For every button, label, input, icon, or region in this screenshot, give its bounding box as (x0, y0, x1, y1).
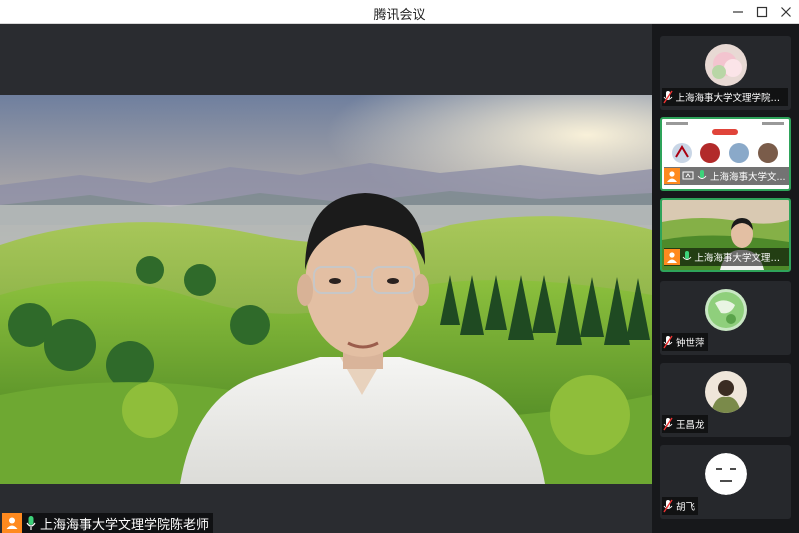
participant-label: 上海海事大学文... (664, 167, 789, 185)
speaker-video-scene (0, 95, 652, 484)
speaker-video (0, 95, 652, 484)
participant-name: 钟世萍 (676, 338, 705, 349)
participant-name: 王昌龙 (676, 420, 705, 431)
participant-name: 上海海事大学文理学... (694, 253, 787, 264)
mic-active-icon (681, 248, 693, 266)
user-host-icon (664, 249, 680, 265)
close-icon (781, 7, 791, 17)
user-host-icon (664, 168, 680, 184)
mic-muted-icon (662, 415, 674, 433)
minimize-icon (733, 11, 743, 13)
participant-sidebar: 上海海事大学文理学院李萍 上海海事大学文... 上海海事大学文理学... 钟世萍… (652, 24, 799, 533)
mic-muted-icon (662, 88, 674, 106)
mic-active-icon (696, 167, 708, 185)
user-host-icon (2, 513, 22, 533)
mic-muted-icon (662, 497, 674, 515)
participant-label: 王昌龙 (662, 415, 708, 433)
screen-share-icon (681, 168, 695, 184)
participant-label: 上海海事大学文理学... (664, 248, 789, 266)
participant-label: 钟世萍 (662, 333, 708, 351)
participant-tile[interactable]: 胡飞 (660, 445, 791, 519)
title-bar: 腾讯会议 (0, 0, 799, 24)
participant-name: 上海海事大学文理学院李萍 (675, 93, 785, 104)
face-avatar (705, 453, 747, 495)
maximize-icon (756, 6, 768, 18)
minimize-button[interactable] (728, 3, 748, 21)
speaker-name-tag: 上海海事大学文理学院陈老师 (2, 513, 214, 533)
participant-name: 胡飞 (676, 502, 696, 513)
participant-label: 胡飞 (662, 497, 699, 515)
close-button[interactable] (776, 3, 796, 21)
participant-tile[interactable]: 钟世萍 (660, 281, 791, 355)
participant-tile[interactable]: 王昌龙 (660, 363, 791, 437)
participant-tile[interactable]: 上海海事大学文理学院李萍 (660, 36, 791, 110)
maximize-button[interactable] (752, 3, 772, 21)
participant-tile-camera[interactable]: 上海海事大学文理学... (660, 198, 791, 272)
speaker-name: 上海海事大学文理学院陈老师 (40, 517, 210, 533)
person-avatar (705, 371, 747, 413)
main-video-stage[interactable]: 上海海事大学文理学院陈老师 (0, 24, 652, 533)
mic-muted-icon (662, 333, 674, 351)
mic-active-icon (24, 513, 38, 533)
participant-name: 上海海事大学文... (710, 172, 786, 183)
participant-tile-sharing[interactable]: 上海海事大学文... (660, 117, 791, 191)
globe-avatar (705, 289, 747, 331)
window-title: 腾讯会议 (373, 8, 426, 23)
flower-avatar (705, 44, 747, 86)
participant-label: 上海海事大学文理学院李萍 (662, 88, 788, 106)
